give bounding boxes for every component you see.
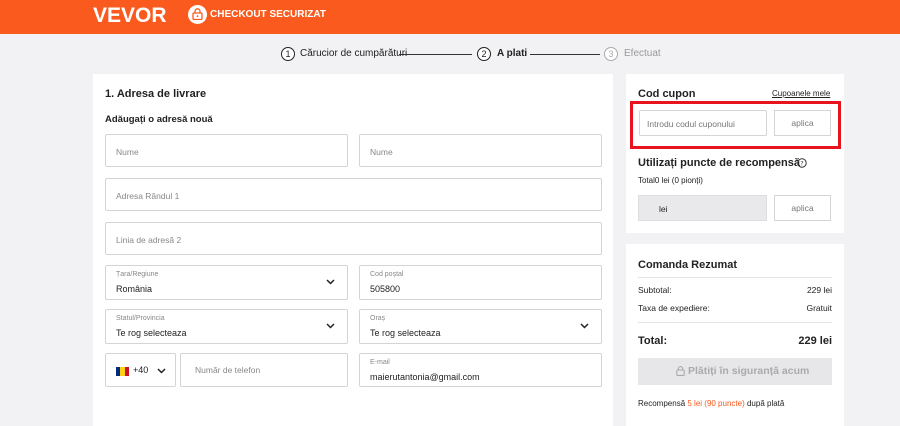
reward-points-title: Utilizați puncte de recompensă — [638, 157, 800, 169]
summary-divider — [638, 322, 832, 323]
country-select[interactable]: Țara/Regiune România — [105, 265, 348, 300]
first-name-placeholder: Nume — [116, 147, 139, 157]
reward-earn-prefix: Recompensă — [638, 399, 686, 408]
step-1-label[interactable]: Cărucior de cumpărături — [300, 48, 407, 59]
step-1-number: 1 — [281, 47, 295, 61]
country-label: Țara/Regiune — [116, 271, 159, 278]
email-value: maierutantonia@gmail.com — [370, 372, 480, 382]
secure-checkout-label: CHECKOUT SECURIZAT — [210, 9, 326, 20]
state-select[interactable]: Statul/Provincia Te rog selecteaza — [105, 309, 348, 344]
pay-button-label: Plătiți în siguranță acum — [688, 365, 810, 377]
reward-earn-note: Recompensă 5 lei (90 puncte) după plată — [638, 399, 784, 408]
pay-securely-button[interactable]: Plătiți în siguranță acum — [638, 358, 832, 385]
add-new-address-title: Adăugați o adresă nouă — [105, 114, 213, 125]
my-coupons-link[interactable]: Cupoanele mele — [772, 89, 830, 98]
chevron-down-icon — [157, 368, 166, 374]
city-value: Te rog selecteaza — [370, 328, 441, 338]
address-line-2-field[interactable]: Linia de adresă 2 — [105, 222, 602, 255]
address-section-title: 1. Adresa de livrare — [105, 88, 207, 100]
reward-earn-suffix: după plată — [746, 399, 785, 408]
shipping-value: Gratuit — [806, 303, 832, 313]
city-select[interactable]: Oraș Te rog selecteaza — [359, 309, 602, 344]
step-3-label: Efectuat — [624, 48, 661, 59]
total-label: Total: — [638, 335, 668, 347]
highlight-box — [630, 101, 841, 149]
total-value: 229 lei — [798, 335, 832, 347]
apply-points-button[interactable]: aplica — [774, 195, 831, 221]
summary-divider — [638, 277, 832, 278]
reward-points-unit: lei — [659, 204, 668, 214]
reward-earn-amount: 5 lei (90 puncte) — [687, 399, 745, 408]
city-label: Oraș — [370, 315, 386, 322]
address-line-1-placeholder: Adresa Rândul 1 — [116, 191, 180, 201]
phone-country-code-select[interactable]: +40 — [105, 353, 176, 387]
subtotal-label: Subtotal: — [638, 285, 672, 295]
email-field[interactable]: E-mail maierutantonia@gmail.com — [359, 353, 602, 387]
address-line-2-placeholder: Linia de adresă 2 — [116, 235, 182, 245]
shipping-label: Taxa de expediere: — [638, 303, 710, 313]
order-summary-panel: Comanda Rezumat Subtotal: 229 lei Taxa d… — [626, 244, 844, 426]
coupon-panel: Cod cupon Cupoanele mele Introdu codul c… — [626, 74, 844, 233]
first-name-field[interactable]: Nume — [105, 134, 348, 167]
secure-lock-icon — [188, 5, 207, 24]
vevor-logo[interactable]: VEVOR — [93, 4, 167, 28]
help-icon[interactable]: ? — [797, 158, 807, 168]
postal-code-value: 505800 — [370, 284, 401, 294]
checkout-progress: 1 Cărucior de cumpărături 2 A plati 3 Ef… — [0, 46, 900, 64]
reward-points-input[interactable]: lei — [638, 195, 767, 221]
last-name-field[interactable]: Nume — [359, 134, 602, 167]
email-label: E-mail — [370, 359, 390, 366]
postal-code-field[interactable]: Cod poștal 505800 — [359, 265, 602, 300]
postal-code-label: Cod poștal — [370, 271, 404, 278]
lock-icon — [676, 366, 685, 376]
address-line-1-field[interactable]: Adresa Rândul 1 — [105, 178, 602, 211]
last-name-placeholder: Nume — [370, 147, 393, 157]
step-2-number: 2 — [477, 47, 491, 61]
phone-code-value: +40 — [133, 365, 149, 375]
romania-flag-icon — [116, 367, 129, 376]
step-3-number: 3 — [604, 47, 618, 61]
step-2-label: A plati — [497, 48, 528, 59]
state-label: Statul/Provincia — [116, 315, 165, 322]
step-connector — [530, 54, 600, 55]
shipping-address-panel: 1. Adresa de livrare Adăugați o adresă n… — [93, 74, 613, 426]
step-connector — [399, 54, 472, 55]
country-value: România — [116, 284, 153, 294]
chevron-down-icon — [580, 323, 589, 329]
state-value: Te rog selecteaza — [116, 328, 187, 338]
phone-number-field[interactable]: Număr de telefon — [180, 353, 348, 387]
chevron-down-icon — [326, 279, 335, 285]
reward-points-total: Total0 lei (0 pionți) — [638, 176, 703, 185]
order-summary-title: Comanda Rezumat — [638, 259, 738, 271]
svg-text:?: ? — [800, 160, 803, 168]
coupon-title: Cod cupon — [638, 88, 696, 100]
subtotal-value: 229 lei — [806, 285, 832, 295]
phone-number-placeholder: Număr de telefon — [195, 365, 261, 375]
chevron-down-icon — [326, 323, 335, 329]
top-header-bar: VEVOR CHECKOUT SECURIZAT — [0, 0, 900, 34]
